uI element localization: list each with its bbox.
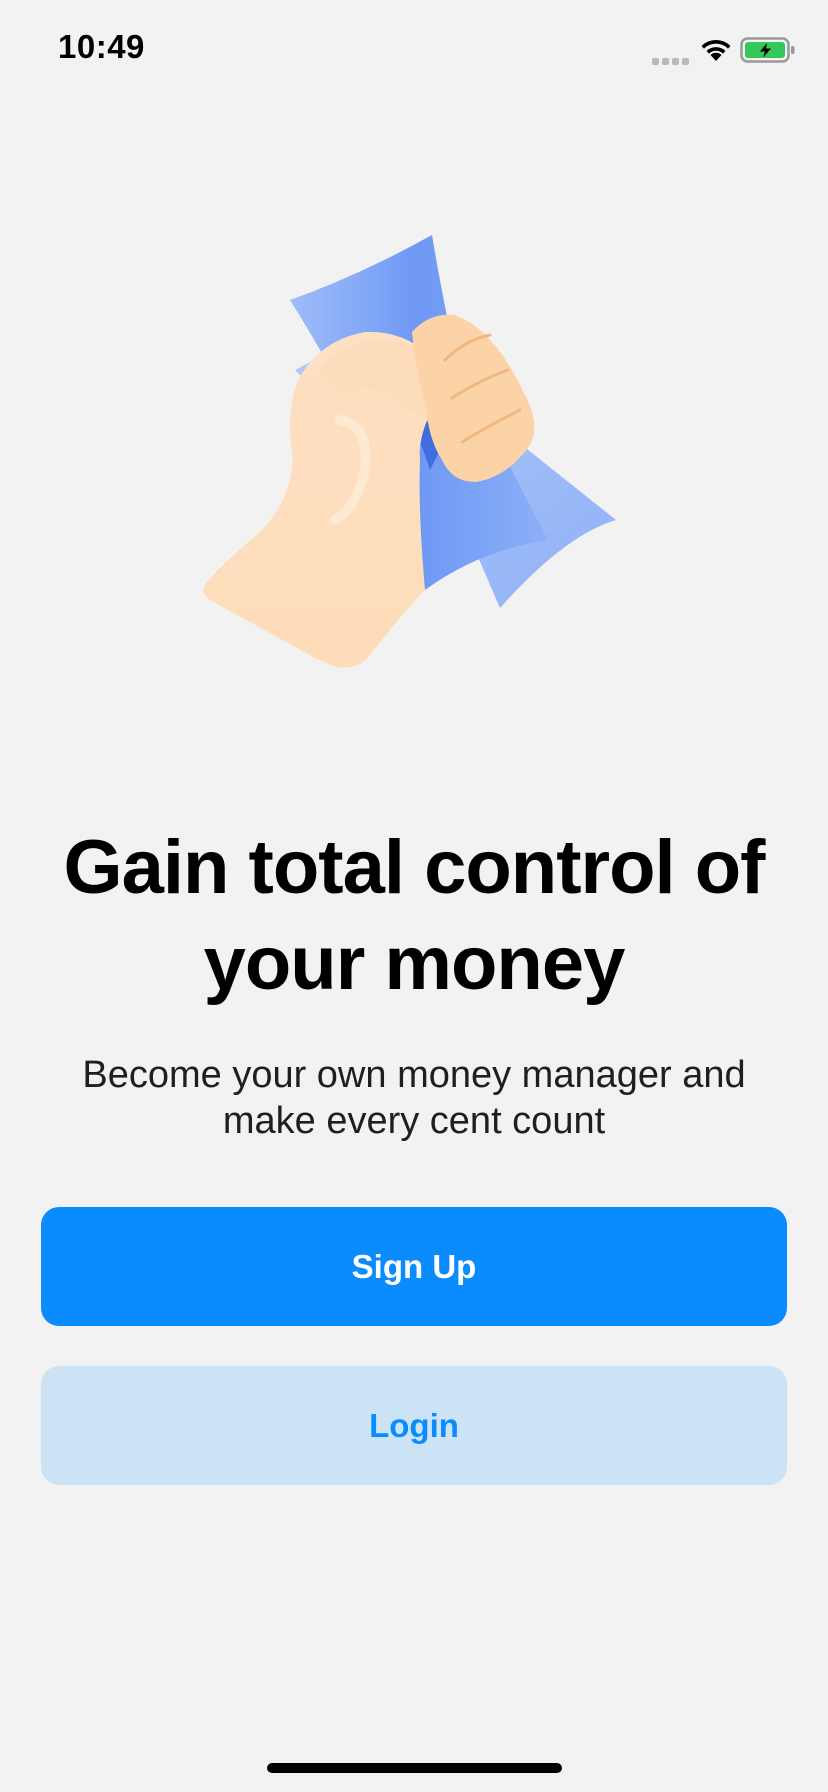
cellular-signal-icon <box>652 52 692 65</box>
home-indicator[interactable] <box>267 1763 562 1773</box>
battery-charging-icon <box>740 37 795 63</box>
login-button[interactable]: Login <box>41 1366 787 1485</box>
status-time: 10:49 <box>58 28 145 65</box>
headline: Gain total control of your money <box>63 825 766 1006</box>
status-bar: 10:49 <box>0 0 828 100</box>
subtitle: Become your own money manager and make e… <box>82 1054 746 1142</box>
hand-holding-money-icon <box>203 235 616 668</box>
wifi-icon <box>701 39 731 61</box>
sign-up-button[interactable]: Sign Up <box>41 1207 787 1326</box>
